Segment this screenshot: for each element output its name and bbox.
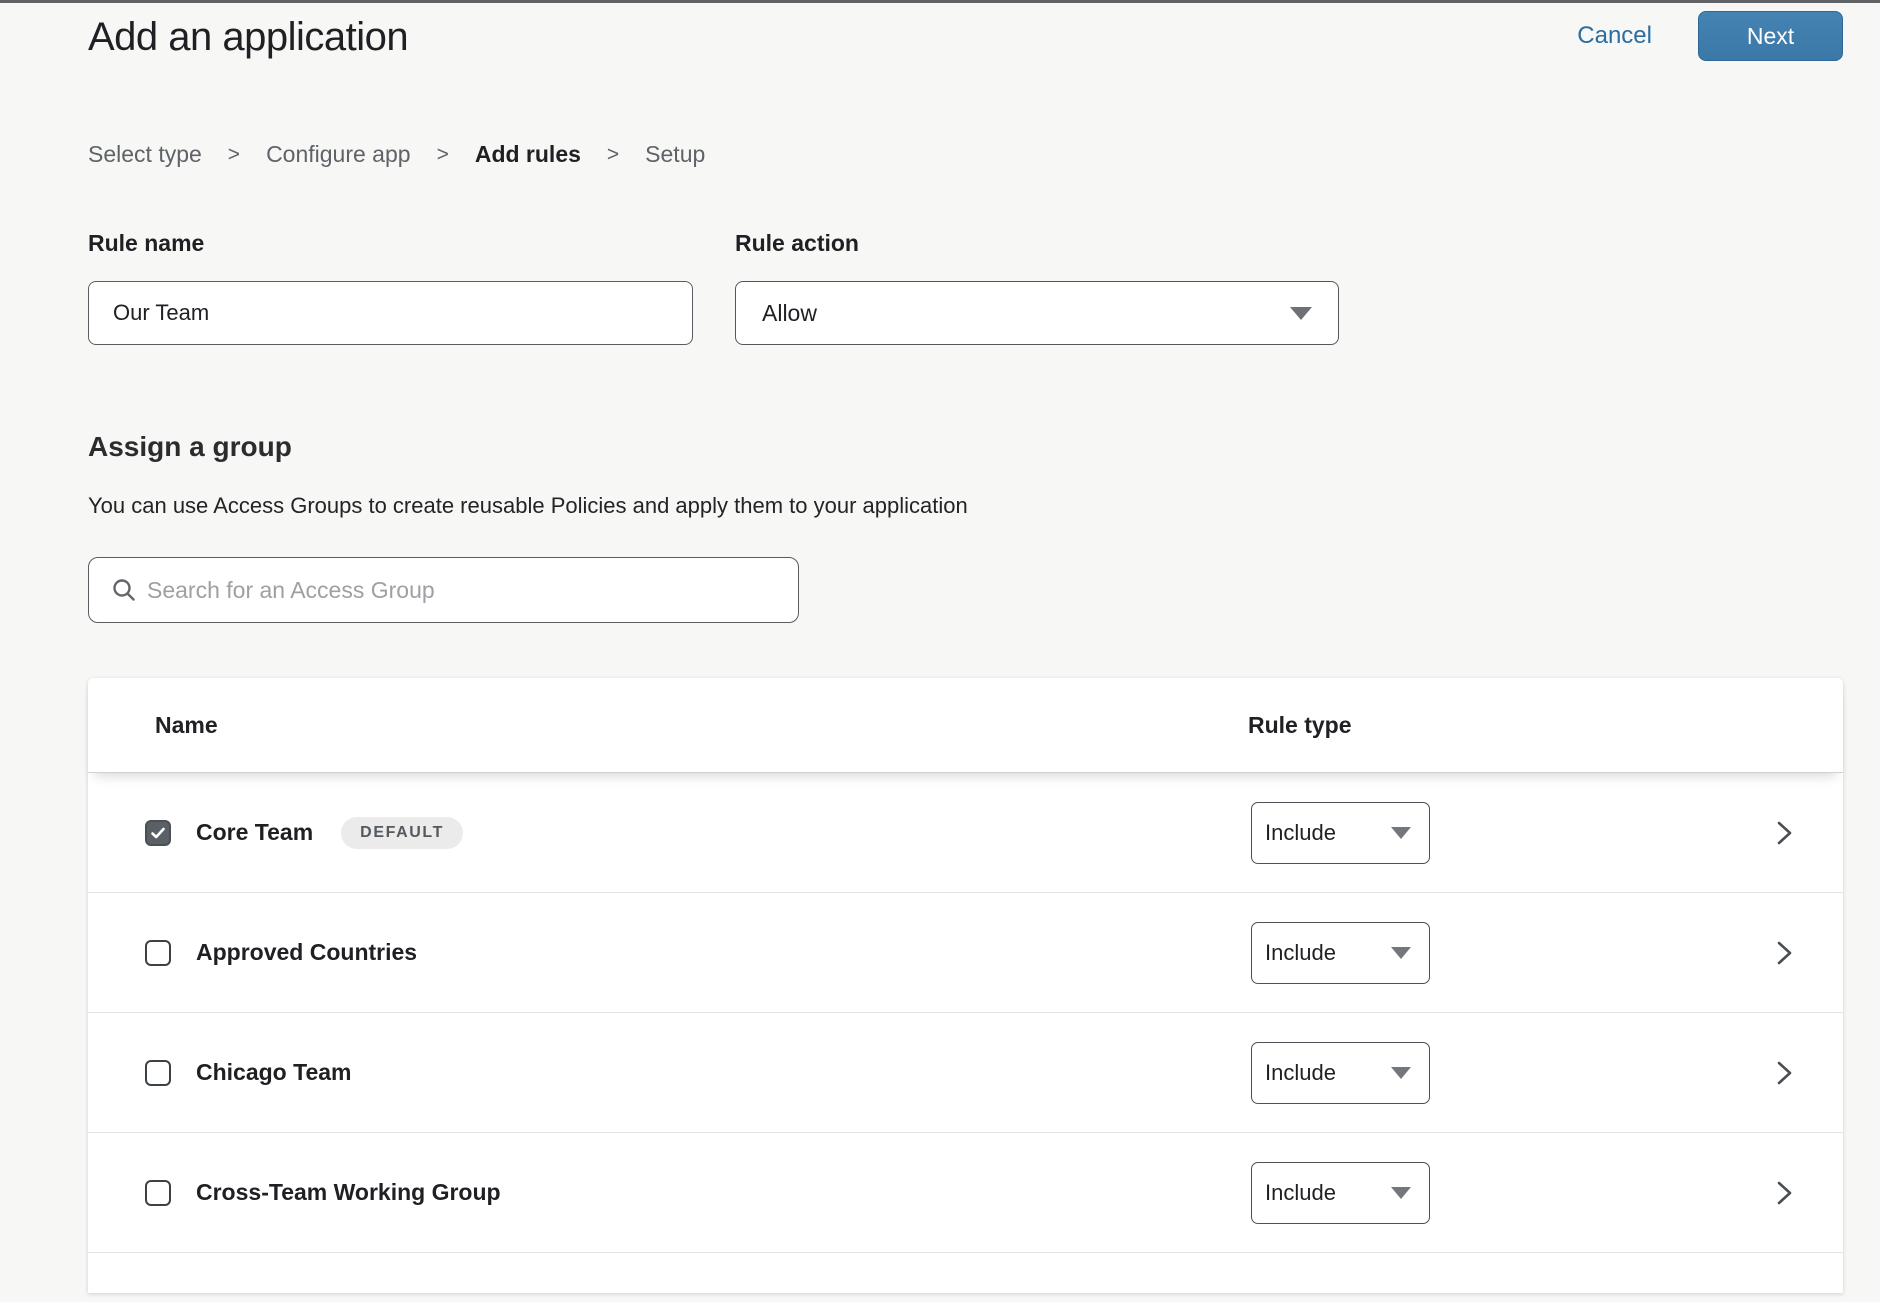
row-checkbox[interactable] <box>145 940 171 966</box>
rule-form: Rule name Rule action Allow <box>88 230 1843 345</box>
main-content: Add an application Cancel Next Select ty… <box>88 3 1843 1293</box>
group-name: Cross-Team Working Group <box>196 1179 501 1206</box>
access-groups-table: Name Rule type Core Team DEFAULT Include <box>88 678 1843 1293</box>
breadcrumb: Select type > Configure app > Add rules > Setu… <box>88 141 1843 168</box>
breadcrumb-step[interactable]: Add rules <box>475 141 581 168</box>
rule-type-value: Include <box>1265 820 1336 846</box>
table-row: Chicago Team Include <box>88 1013 1843 1133</box>
table-row: Core Team DEFAULT Include <box>88 773 1843 893</box>
table-row-partial <box>88 1253 1843 1293</box>
cancel-button[interactable]: Cancel <box>1577 22 1652 50</box>
chevron-right-icon[interactable] <box>1771 1056 1797 1090</box>
chevron-down-icon <box>1290 307 1312 320</box>
chevron-right-icon[interactable] <box>1771 1176 1797 1210</box>
chevron-down-icon <box>1391 1067 1411 1079</box>
group-name: Approved Countries <box>196 939 417 966</box>
assign-group-description: You can use Access Groups to create reus… <box>88 493 1843 519</box>
rule-name-input[interactable] <box>88 281 693 345</box>
rule-action-value: Allow <box>762 300 817 327</box>
group-name: Chicago Team <box>196 1059 352 1086</box>
rule-type-value: Include <box>1265 940 1336 966</box>
chevron-right-icon[interactable] <box>1771 816 1797 850</box>
header-actions: Cancel Next <box>1577 11 1843 61</box>
breadcrumb-separator: > <box>437 143 449 167</box>
table-header-row: Name Rule type <box>88 678 1843 773</box>
chevron-down-icon <box>1391 947 1411 959</box>
breadcrumb-step[interactable]: Select type <box>88 141 202 168</box>
table-row: Approved Countries Include <box>88 893 1843 1013</box>
rule-action-field-group: Rule action Allow <box>735 230 1339 345</box>
breadcrumb-step[interactable]: Configure app <box>266 141 411 168</box>
next-button[interactable]: Next <box>1698 11 1843 61</box>
column-header-name: Name <box>155 712 1248 739</box>
rule-type-value: Include <box>1265 1180 1336 1206</box>
row-name-cell: Chicago Team <box>196 1059 1251 1086</box>
checkmark-icon <box>149 824 167 842</box>
chevron-down-icon <box>1391 1187 1411 1199</box>
row-checkbox[interactable] <box>145 820 171 846</box>
search-input[interactable] <box>147 558 782 622</box>
page-header: Add an application Cancel Next <box>88 3 1843 61</box>
rule-type-select[interactable]: Include <box>1251 1162 1430 1224</box>
row-checkbox[interactable] <box>145 1060 171 1086</box>
access-group-search[interactable] <box>88 557 799 623</box>
assign-group-heading: Assign a group <box>88 431 1843 463</box>
search-icon <box>111 577 137 603</box>
row-name-cell: Cross-Team Working Group <box>196 1179 1251 1206</box>
breadcrumb-separator: > <box>228 143 240 167</box>
row-checkbox[interactable] <box>145 1180 171 1206</box>
rule-name-field-group: Rule name <box>88 230 693 345</box>
group-name: Core Team <box>196 819 313 846</box>
chevron-right-icon[interactable] <box>1771 936 1797 970</box>
row-name-cell: Core Team DEFAULT <box>196 817 1251 849</box>
rule-type-select[interactable]: Include <box>1251 1042 1430 1104</box>
page-title: Add an application <box>88 11 408 60</box>
table-body: Core Team DEFAULT Include Approved Count… <box>88 773 1843 1253</box>
rule-name-label: Rule name <box>88 230 693 257</box>
rule-action-label: Rule action <box>735 230 1339 257</box>
table-row: Cross-Team Working Group Include <box>88 1133 1843 1253</box>
rule-type-select[interactable]: Include <box>1251 802 1430 864</box>
chevron-down-icon <box>1391 827 1411 839</box>
default-badge: DEFAULT <box>341 817 463 849</box>
column-header-rule-type: Rule type <box>1248 712 1352 739</box>
rule-action-select[interactable]: Allow <box>735 281 1339 345</box>
rule-type-value: Include <box>1265 1060 1336 1086</box>
breadcrumb-separator: > <box>607 143 619 167</box>
rule-type-select[interactable]: Include <box>1251 922 1430 984</box>
row-name-cell: Approved Countries <box>196 939 1251 966</box>
breadcrumb-step[interactable]: Setup <box>645 141 705 168</box>
